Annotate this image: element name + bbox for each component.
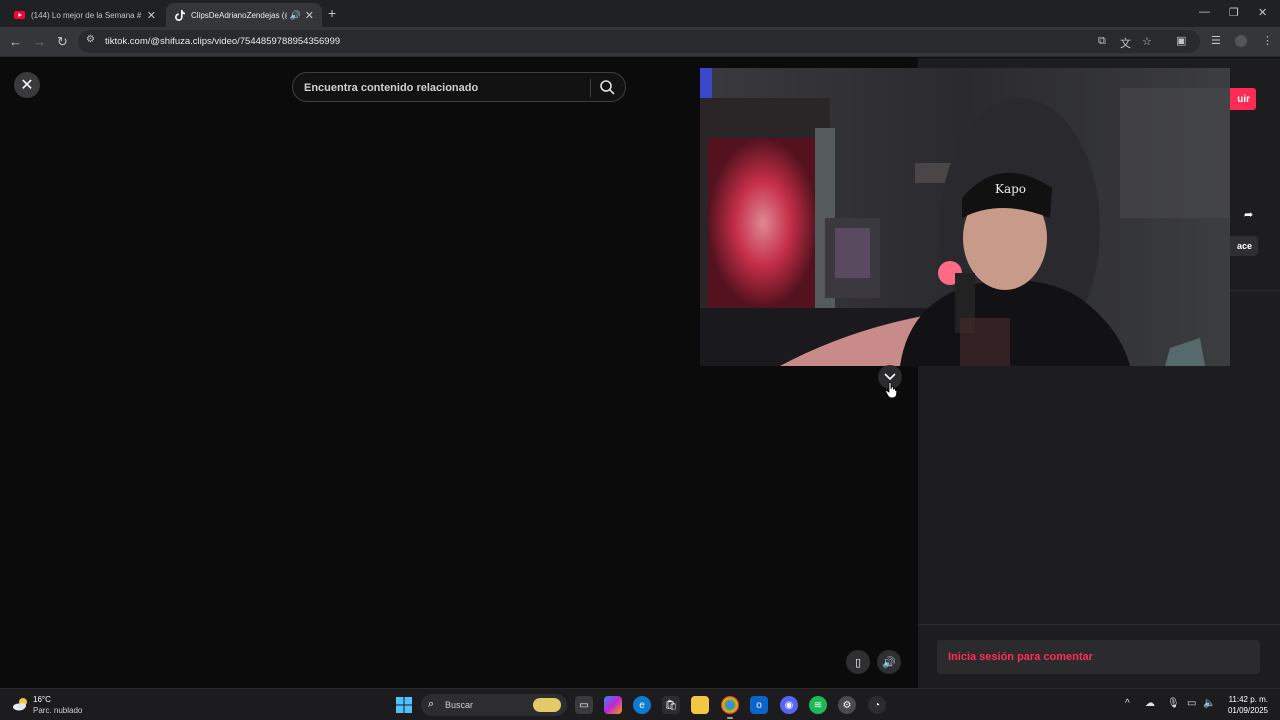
taskbar-search[interactable]: ⌕ Buscar: [421, 694, 567, 716]
settings-gear-icon[interactable]: ⚙: [838, 696, 856, 714]
browser-toolbar: ← → ↻ ⚙ tiktok.com/@shifuza.clips/video/…: [0, 27, 1280, 57]
active-app-indicator: [727, 717, 733, 719]
copilot-icon[interactable]: [604, 696, 622, 714]
weather-condition: Parc. nublado: [33, 706, 83, 715]
outlook-icon[interactable]: o: [750, 696, 768, 714]
profile-avatar[interactable]: [1235, 35, 1247, 47]
tab-youtube[interactable]: (144) Lo mejor de la Semana # ✕: [6, 3, 164, 27]
hand-cursor-icon: [885, 382, 897, 398]
speaker-icon[interactable]: 🔊: [290, 10, 301, 21]
comment-login-box[interactable]: Inicia sesión para comentar: [937, 640, 1260, 674]
taskbar-clock[interactable]: 11:42 p. m. 01/09/2025: [1224, 694, 1268, 716]
microphone-icon[interactable]: 🎙: [1167, 698, 1180, 709]
back-icon[interactable]: ←: [9, 34, 22, 49]
search-divider: [590, 79, 591, 97]
close-video-button[interactable]: ✕: [14, 72, 40, 98]
tab-title: ClipsDeAdrianoZendejas (@: [191, 10, 287, 20]
comment-login-prompt: Inicia sesión para comentar: [948, 651, 1093, 663]
tiktok-icon: [174, 9, 185, 21]
weather-temperature: 16°C: [33, 695, 51, 704]
url-text: tiktok.com/@shifuza.clips/video/75448597…: [105, 36, 341, 47]
taskbar-search-label: Buscar: [445, 700, 474, 710]
edge-icon[interactable]: e: [633, 696, 651, 714]
volume-button[interactable]: 🔊: [877, 650, 901, 674]
clock-date: 01/09/2025: [1227, 706, 1268, 715]
discord-icon[interactable]: ◉: [780, 696, 798, 714]
install-app-icon[interactable]: ⧉: [1098, 35, 1106, 48]
floating-player-button[interactable]: ▯: [846, 650, 870, 674]
youtube-icon: [14, 10, 25, 21]
tab-bar: (144) Lo mejor de la Semana # ✕ ClipsDeA…: [0, 0, 1280, 27]
restore-icon[interactable]: ❐: [1229, 6, 1239, 19]
store-icon[interactable]: 🛍: [662, 696, 680, 714]
app-notification-icon[interactable]: ◔: [868, 696, 886, 714]
search-placeholder: Encuentra contenido relacionado: [304, 82, 479, 94]
tab-close-icon[interactable]: ✕: [305, 9, 314, 22]
windows-logo-icon: [396, 697, 412, 713]
pip-icon: ▯: [854, 656, 862, 669]
spotify-icon[interactable]: ≋: [809, 696, 827, 714]
video-frame-image: Kapo: [700, 68, 1230, 366]
reading-list-icon[interactable]: ☰: [1211, 34, 1221, 47]
media-icon[interactable]: ▣: [1176, 34, 1186, 47]
tab-tiktok[interactable]: ClipsDeAdrianoZendejas (@ 🔊 ✕: [166, 3, 322, 27]
menu-kebab-icon[interactable]: ⋮: [1262, 34, 1273, 47]
tab-close-icon[interactable]: ✕: [147, 9, 156, 22]
minimize-icon[interactable]: —: [1199, 6, 1210, 18]
chevron-down-icon: [884, 373, 896, 381]
close-icon: ✕: [20, 77, 34, 94]
search-highlight-icon: [533, 698, 561, 712]
search-icon[interactable]: [599, 79, 615, 95]
new-tab-icon[interactable]: +: [328, 5, 336, 21]
cap-logo-text: Kapo: [995, 182, 1026, 196]
picture-in-picture-video[interactable]: Kapo: [700, 68, 1230, 366]
network-icon[interactable]: ▭: [1187, 698, 1196, 709]
bookmark-star-icon[interactable]: ☆: [1142, 35, 1152, 48]
file-explorer-icon[interactable]: [691, 696, 709, 714]
address-bar[interactable]: ⚙ tiktok.com/@shifuza.clips/video/754485…: [78, 30, 1200, 53]
related-search-input[interactable]: Encuentra contenido relacionado: [292, 72, 626, 102]
onedrive-icon[interactable]: ☁: [1145, 698, 1155, 709]
site-info-icon[interactable]: ⚙: [86, 34, 95, 45]
volume-icon[interactable]: 🔈: [1203, 698, 1215, 709]
tray-overflow-icon[interactable]: ^: [1125, 698, 1130, 709]
search-icon: ⌕: [428, 698, 435, 710]
windows-taskbar: 16°C Parc. nublado ⌕ Buscar ▭ e 🛍 o ◉ ≋ …: [0, 688, 1280, 720]
window-close-icon[interactable]: ✕: [1258, 6, 1267, 19]
start-button[interactable]: [395, 696, 413, 714]
forward-icon[interactable]: →: [33, 34, 46, 49]
translate-icon[interactable]: 文: [1120, 35, 1131, 51]
copy-link-label: ace: [1236, 241, 1252, 251]
share-arrow-icon[interactable]: ➦: [1244, 208, 1253, 221]
volume-icon: 🔊: [882, 656, 896, 669]
task-view-icon[interactable]: ▭: [575, 696, 593, 714]
follow-label: uir: [1237, 93, 1250, 105]
tiktok-video-page: ✕ Encuentra contenido relacionado uir ➦ …: [0, 58, 1280, 688]
panel-divider: [918, 624, 1280, 625]
tab-title: (144) Lo mejor de la Semana #: [31, 10, 142, 20]
weather-partly-cloudy-icon[interactable]: [12, 696, 30, 712]
chrome-icon[interactable]: [721, 696, 739, 714]
reload-icon[interactable]: ↻: [57, 34, 68, 50]
clock-time: 11:42 p. m.: [1228, 695, 1268, 704]
